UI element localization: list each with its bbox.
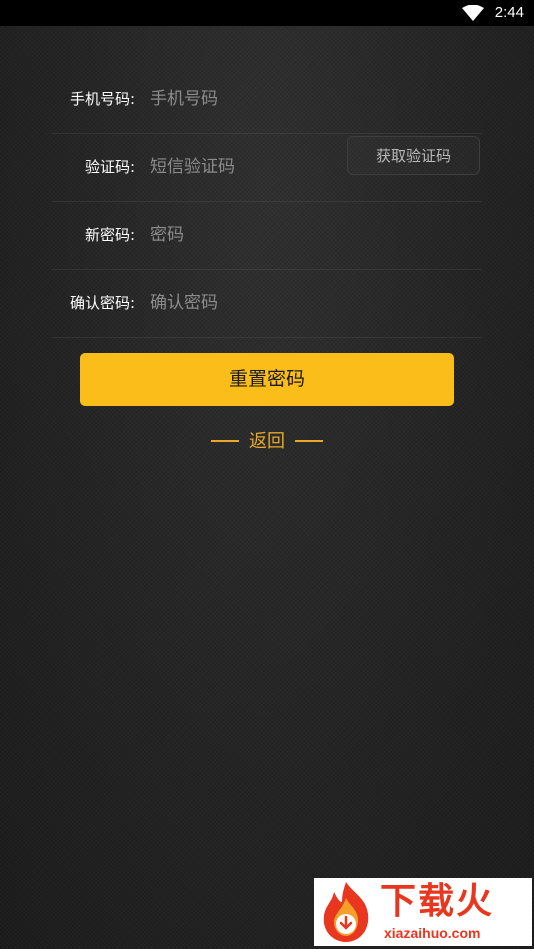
sms-code-input[interactable] xyxy=(150,151,340,183)
wifi-icon xyxy=(462,5,484,21)
watermark-brand: 下载火 xyxy=(380,881,495,922)
watermark-url: xiazaihuo.com xyxy=(384,925,481,941)
confirm-password-row: 确认密码: xyxy=(52,269,482,338)
new-password-label: 新密码: xyxy=(84,226,135,244)
back-link[interactable]: 返回 xyxy=(0,428,534,456)
flame-download-icon xyxy=(323,882,369,942)
back-label: 返回 xyxy=(249,431,285,452)
confirm-password-label: 确认密码: xyxy=(69,294,135,312)
confirm-password-input[interactable] xyxy=(150,287,340,319)
get-code-button[interactable]: 获取验证码 xyxy=(347,136,480,175)
watermark: 下载火 xiazaihuo.com xyxy=(314,878,532,946)
phone-label: 手机号码: xyxy=(69,90,135,108)
status-bar: 2:44 xyxy=(0,0,534,26)
new-password-input[interactable] xyxy=(150,219,340,251)
phone-row: 手机号码: xyxy=(52,65,482,134)
back-dash-right xyxy=(295,440,323,442)
status-time: 2:44 xyxy=(494,4,524,21)
code-label: 验证码: xyxy=(84,158,135,176)
back-dash-left xyxy=(211,440,239,442)
reset-password-button[interactable]: 重置密码 xyxy=(80,353,454,406)
new-password-row: 新密码: xyxy=(52,201,482,270)
phone-input[interactable] xyxy=(150,83,340,115)
